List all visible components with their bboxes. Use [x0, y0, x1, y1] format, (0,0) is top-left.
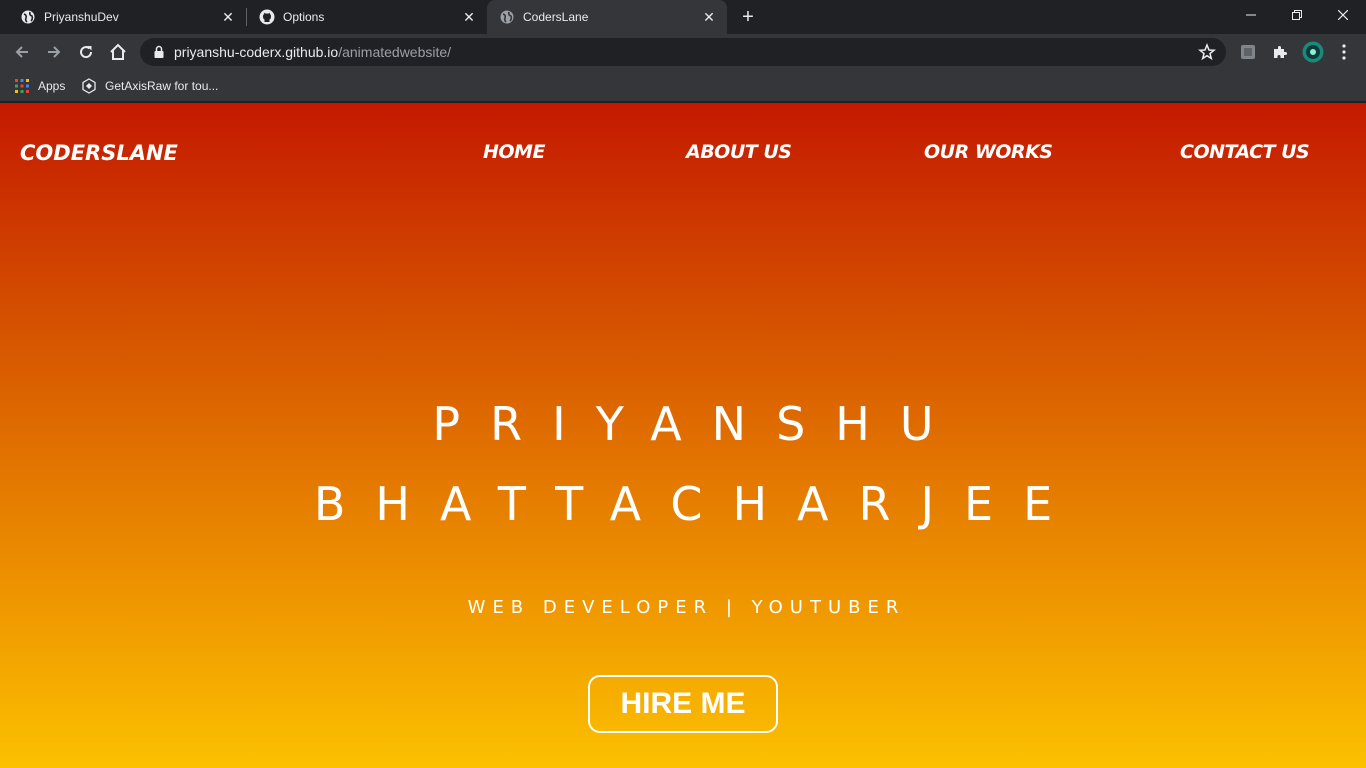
close-icon[interactable]: ✕ [220, 9, 236, 25]
reload-button[interactable] [74, 40, 98, 64]
site-logo[interactable]: CODERSLANE [20, 141, 178, 165]
menu-kebab-icon[interactable] [1335, 43, 1353, 61]
restore-button[interactable] [1274, 0, 1320, 30]
hero-subtitle: WEB DEVELOPER | YOUTUBER [467, 597, 906, 618]
bookmark-apps[interactable]: Apps [14, 76, 65, 96]
home-button[interactable] [106, 40, 130, 64]
close-window-button[interactable] [1320, 0, 1366, 30]
nav-contact-us[interactable]: CONTACT US [1180, 141, 1310, 163]
bookmark-star-icon[interactable] [1198, 42, 1216, 61]
browser-toolbar: priyanshu-coderx.github.io/animatedwebsi… [0, 34, 1366, 70]
bookmark-label: Apps [38, 79, 66, 93]
forward-button[interactable] [42, 40, 66, 64]
tab-options[interactable]: Options ✕ [247, 0, 487, 34]
puzzle-extensions-icon[interactable] [1271, 43, 1289, 61]
url-path: /animatedwebsite/ [338, 44, 452, 60]
tab-title: Options [283, 10, 325, 24]
tab-coderslane[interactable]: CodersLane ✕ [487, 0, 727, 34]
hire-me-button[interactable]: HIRE ME [588, 675, 778, 733]
apps-grid-icon [14, 78, 30, 94]
tab-priyanshudev[interactable]: PriyanshuDev ✕ [0, 0, 246, 34]
bookmark-getaxisraw[interactable]: GetAxisRaw for tou... [81, 76, 218, 96]
address-bar[interactable]: priyanshu-coderx.github.io/animatedwebsi… [140, 38, 1226, 66]
bookmarks-bar: Apps GetAxisRaw for tou... [0, 70, 1366, 102]
back-button[interactable] [10, 40, 34, 64]
url-host: priyanshu-coderx.github.io [174, 44, 339, 60]
tab-title: CodersLane [523, 10, 589, 24]
bookmark-label: GetAxisRaw for tou... [105, 79, 219, 93]
profile-avatar-icon[interactable] [1302, 41, 1324, 63]
extension-icon[interactable] [1239, 43, 1257, 61]
browser-tabstrip: PriyanshuDev ✕ Options ✕ CodersLane ✕ + [0, 0, 1366, 34]
hero-name-line2: BHATTACHARJEE [313, 477, 1083, 531]
hero-name-line1: PRIYANSHU [432, 397, 964, 451]
nav-home[interactable]: HOME [483, 141, 545, 163]
website-hero: CODERSLANE HOME ABOUT US OUR WORKS CONTA… [0, 103, 1366, 768]
github-icon [259, 9, 275, 25]
close-icon[interactable]: ✕ [461, 9, 477, 25]
nav-about-us[interactable]: ABOUT US [686, 141, 792, 163]
close-icon[interactable]: ✕ [701, 9, 717, 25]
globe-icon [20, 9, 36, 25]
globe-icon [499, 9, 515, 25]
unity-icon [81, 78, 97, 94]
nav-our-works[interactable]: OUR WORKS [924, 141, 1053, 163]
minimize-button[interactable] [1228, 0, 1274, 30]
lock-icon[interactable] [152, 45, 166, 59]
new-tab-button[interactable]: + [738, 7, 758, 27]
tab-title: PriyanshuDev [44, 10, 119, 24]
url-text: priyanshu-coderx.github.io/animatedwebsi… [174, 44, 451, 60]
